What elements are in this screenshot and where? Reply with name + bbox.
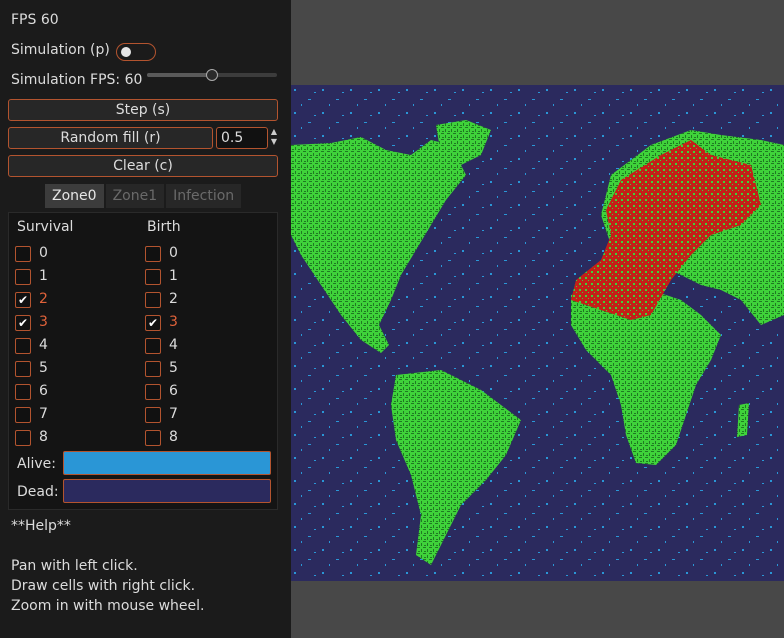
birth-checkbox-4[interactable] bbox=[145, 338, 161, 354]
simulation-grid[interactable] bbox=[291, 85, 784, 581]
simulation-label: Simulation (p) bbox=[11, 42, 110, 58]
survival-checkbox-6[interactable] bbox=[15, 384, 31, 400]
spinner-arrows-icon[interactable]: ▲ ▼ bbox=[269, 127, 279, 149]
tab-zone0[interactable]: Zone0 bbox=[45, 184, 104, 208]
survival-checkbox-0[interactable] bbox=[15, 246, 31, 262]
tab-zone1[interactable]: Zone1 bbox=[105, 184, 165, 208]
birth-checkbox-2[interactable] bbox=[145, 292, 161, 308]
birth-checkbox-7[interactable] bbox=[145, 407, 161, 423]
birth-label-3: 3 bbox=[169, 314, 178, 330]
help-line-pan: Pan with left click. bbox=[11, 558, 138, 574]
dead-label: Dead: bbox=[17, 484, 59, 500]
birth-label-1: 1 bbox=[169, 268, 178, 284]
alive-label: Alive: bbox=[17, 456, 56, 472]
zone-tabs: Zone0 Zone1 Infection bbox=[45, 184, 242, 208]
birth-checkbox-1[interactable] bbox=[145, 269, 161, 285]
fps-label: FPS 60 bbox=[11, 12, 59, 28]
help-line-zoom: Zoom in with mouse wheel. bbox=[11, 598, 205, 614]
survival-label-0: 0 bbox=[39, 245, 48, 261]
survival-header: Survival bbox=[17, 219, 74, 235]
control-panel: FPS 60 Simulation (p) Simulation FPS: 60… bbox=[0, 0, 291, 638]
birth-label-7: 7 bbox=[169, 406, 178, 422]
birth-checkbox-5[interactable] bbox=[145, 361, 161, 377]
survival-checkbox-2[interactable]: ✔ bbox=[15, 292, 31, 308]
survival-checkbox-4[interactable] bbox=[15, 338, 31, 354]
birth-checkbox-6[interactable] bbox=[145, 384, 161, 400]
birth-label-2: 2 bbox=[169, 291, 178, 307]
random-fill-value-input[interactable]: 0.5 bbox=[216, 127, 268, 149]
sim-fps-label: Simulation FPS: 60 bbox=[11, 72, 143, 88]
survival-label-8: 8 bbox=[39, 429, 48, 445]
clear-button[interactable]: Clear (c) bbox=[8, 155, 278, 177]
birth-label-0: 0 bbox=[169, 245, 178, 261]
zone-settings: Survival Birth 0 1 ✔ 2 ✔ 3 4 5 6 7 8 0 1 2 ✔ 3 4 5 6 7 8 Ali… bbox=[8, 212, 278, 510]
simulation-toggle[interactable] bbox=[116, 43, 156, 61]
survival-checkbox-1[interactable] bbox=[15, 269, 31, 285]
birth-checkbox-8[interactable] bbox=[145, 430, 161, 446]
random-fill-button[interactable]: Random fill (r) bbox=[8, 127, 213, 149]
birth-checkbox-3[interactable]: ✔ bbox=[145, 315, 161, 331]
birth-label-6: 6 bbox=[169, 383, 178, 399]
birth-header: Birth bbox=[147, 219, 181, 235]
step-button[interactable]: Step (s) bbox=[8, 99, 278, 121]
slider-handle[interactable] bbox=[206, 69, 218, 81]
survival-label-2: 2 bbox=[39, 291, 48, 307]
survival-label-3: 3 bbox=[39, 314, 48, 330]
toggle-knob bbox=[121, 47, 131, 57]
birth-label-8: 8 bbox=[169, 429, 178, 445]
help-title: **Help** bbox=[11, 518, 71, 534]
survival-checkbox-7[interactable] bbox=[15, 407, 31, 423]
birth-label-5: 5 bbox=[169, 360, 178, 376]
survival-label-1: 1 bbox=[39, 268, 48, 284]
birth-label-4: 4 bbox=[169, 337, 178, 353]
help-line-draw: Draw cells with right click. bbox=[11, 578, 196, 594]
survival-checkbox-5[interactable] bbox=[15, 361, 31, 377]
survival-checkbox-3[interactable]: ✔ bbox=[15, 315, 31, 331]
tab-infection[interactable]: Infection bbox=[166, 184, 242, 208]
slider-fill bbox=[147, 73, 212, 77]
alive-color-swatch[interactable] bbox=[63, 451, 271, 475]
survival-checkbox-8[interactable] bbox=[15, 430, 31, 446]
survival-label-4: 4 bbox=[39, 337, 48, 353]
survival-label-7: 7 bbox=[39, 406, 48, 422]
birth-checkbox-0[interactable] bbox=[145, 246, 161, 262]
sim-fps-slider[interactable] bbox=[147, 69, 277, 81]
survival-label-5: 5 bbox=[39, 360, 48, 376]
dead-color-swatch[interactable] bbox=[63, 479, 271, 503]
world-map-cells bbox=[291, 85, 784, 581]
survival-label-6: 6 bbox=[39, 383, 48, 399]
